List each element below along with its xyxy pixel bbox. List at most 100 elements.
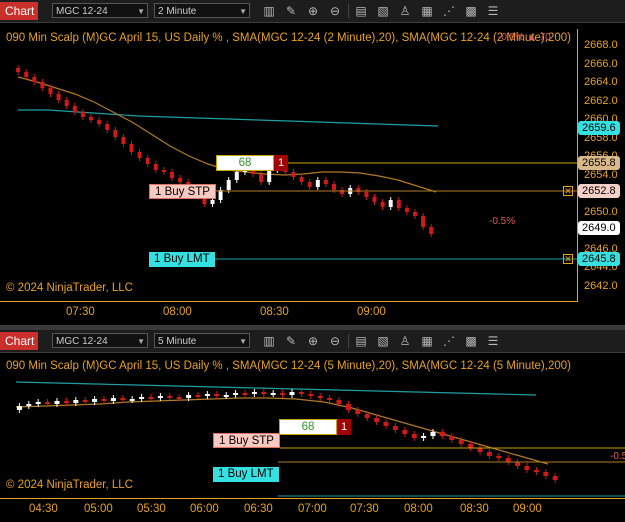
candle bbox=[380, 202, 385, 207]
y-tick-label: 2664.0 bbox=[584, 76, 618, 88]
list-icon[interactable]: ☰ bbox=[486, 334, 500, 348]
copyright: © 2024 NinjaTrader, LLC bbox=[6, 479, 133, 491]
properties-icon[interactable]: ▤ bbox=[354, 4, 368, 18]
candle bbox=[129, 144, 134, 152]
x-axis-line bbox=[0, 301, 578, 302]
candle bbox=[543, 472, 549, 476]
x-tick-label: 04:30 bbox=[29, 503, 58, 515]
sma200-line bbox=[15, 381, 537, 396]
candle bbox=[113, 130, 118, 137]
candle bbox=[223, 395, 229, 397]
candle bbox=[280, 393, 286, 395]
close-position-button[interactable]: 1 bbox=[274, 155, 288, 171]
y-tick-label: 2654.0 bbox=[584, 168, 618, 181]
x-tick-label: 06:00 bbox=[190, 503, 219, 515]
chart-toolbar: Chart MGC 12-24 ▼ 2 Minute ▼ ▥ ✎ ⊕ ⊖ ▤ ▧… bbox=[0, 0, 625, 23]
candle bbox=[63, 401, 69, 403]
price-chart-area[interactable] bbox=[0, 352, 625, 522]
instrument-selector[interactable]: MGC 12-24 ▼ bbox=[52, 333, 148, 348]
title-overlay: -0.5% ▲ 70 bbox=[498, 32, 551, 43]
zoom-in-icon[interactable]: ⊕ bbox=[306, 4, 320, 18]
grid-icon[interactable]: ▩ bbox=[464, 334, 478, 348]
chart-tab[interactable]: Chart bbox=[0, 332, 38, 350]
candle bbox=[430, 432, 436, 436]
chart-tab[interactable]: Chart bbox=[0, 2, 38, 20]
strategy-icon[interactable]: ♙ bbox=[398, 4, 412, 18]
x-tick-label: 06:30 bbox=[244, 503, 273, 515]
candle bbox=[411, 434, 417, 438]
candle bbox=[298, 392, 304, 394]
y-tick-label: 2668.0 bbox=[584, 39, 618, 51]
daily-percent-label: -0.5% bbox=[489, 216, 516, 227]
chart-toolbar: Chart MGC 12-24 ▼ 5 Minute ▼ ▥ ✎ ⊕ ⊖ ▤ ▧… bbox=[0, 330, 625, 353]
instrument-selector[interactable]: MGC 12-24 ▼ bbox=[52, 3, 148, 18]
candle bbox=[167, 396, 173, 398]
x-tick-label: 07:00 bbox=[298, 503, 327, 515]
candle bbox=[26, 404, 32, 406]
chevron-down-icon: ▼ bbox=[137, 337, 145, 346]
candle bbox=[327, 398, 333, 400]
x-tick-label: 08:30 bbox=[460, 503, 489, 515]
interval-value: 5 Minute bbox=[158, 336, 197, 347]
zoom-out-icon[interactable]: ⊖ bbox=[328, 334, 342, 348]
interval-selector[interactable]: 5 Minute ▼ bbox=[154, 333, 250, 348]
interval-value: 2 Minute bbox=[158, 6, 197, 17]
candle bbox=[45, 402, 51, 404]
close-position-button[interactable]: 1 bbox=[337, 419, 351, 435]
candle bbox=[486, 452, 492, 456]
template-icon[interactable]: ▧ bbox=[376, 334, 390, 348]
cancel-order-icon[interactable]: ✕ bbox=[563, 254, 573, 264]
x-tick-label: 07:30 bbox=[350, 503, 379, 515]
strategy-icon[interactable]: ♙ bbox=[398, 334, 412, 348]
buy-stop-order[interactable]: 1 Buy STP bbox=[149, 184, 216, 199]
candle bbox=[54, 401, 60, 404]
bar-chart-icon[interactable]: ▥ bbox=[262, 334, 276, 348]
candle bbox=[161, 170, 166, 172]
candle bbox=[170, 172, 174, 178]
candle bbox=[101, 399, 107, 401]
candle bbox=[429, 227, 434, 234]
zoom-out-icon[interactable]: ⊖ bbox=[328, 4, 342, 18]
candle bbox=[251, 392, 257, 394]
drawing-tool-icon[interactable]: ▦ bbox=[420, 4, 434, 18]
buy-stop-order[interactable]: 1 Buy STP bbox=[213, 433, 280, 448]
buy-limit-order[interactable]: 1 Buy LMT bbox=[213, 467, 279, 482]
candle bbox=[234, 172, 239, 180]
grid-icon[interactable]: ▩ bbox=[464, 4, 478, 18]
candle bbox=[80, 112, 85, 117]
candle bbox=[317, 396, 323, 398]
candle bbox=[388, 200, 393, 207]
pencil-icon[interactable]: ✎ bbox=[284, 4, 298, 18]
candle bbox=[308, 394, 314, 396]
candle bbox=[129, 399, 135, 401]
position-quantity[interactable]: 68 bbox=[216, 155, 274, 171]
candle bbox=[97, 120, 102, 124]
candle bbox=[270, 393, 276, 395]
candle bbox=[477, 448, 483, 452]
drawing-tool-icon[interactable]: ⋰ bbox=[442, 4, 456, 18]
template-icon[interactable]: ▧ bbox=[376, 4, 390, 18]
buy-limit-order[interactable]: 1 Buy LMT bbox=[149, 252, 215, 267]
list-icon[interactable]: ☰ bbox=[486, 4, 500, 18]
candle bbox=[392, 426, 398, 430]
drawing-tool-icon[interactable]: ⋰ bbox=[442, 334, 456, 348]
cancel-order-icon[interactable]: ✕ bbox=[563, 186, 573, 196]
pencil-icon[interactable]: ✎ bbox=[284, 334, 298, 348]
x-tick-label: 08:00 bbox=[404, 503, 433, 515]
properties-icon[interactable]: ▤ bbox=[354, 334, 368, 348]
candle bbox=[186, 395, 192, 398]
position-quantity[interactable]: 68 bbox=[279, 419, 337, 435]
instrument-value: MGC 12-24 bbox=[56, 336, 108, 347]
y-tick-label: 2650.0 bbox=[584, 205, 618, 218]
interval-selector[interactable]: 2 Minute ▼ bbox=[154, 3, 250, 18]
bar-chart-icon[interactable]: ▥ bbox=[262, 4, 276, 18]
price-tag-last: 2649.0 bbox=[578, 221, 620, 235]
candle bbox=[82, 400, 88, 402]
zoom-in-icon[interactable]: ⊕ bbox=[306, 334, 320, 348]
candle bbox=[421, 216, 426, 227]
price-chart-area[interactable] bbox=[0, 22, 625, 325]
candle bbox=[157, 396, 163, 398]
candle bbox=[458, 440, 464, 444]
candle bbox=[449, 436, 455, 440]
drawing-tool-icon[interactable]: ▦ bbox=[420, 334, 434, 348]
